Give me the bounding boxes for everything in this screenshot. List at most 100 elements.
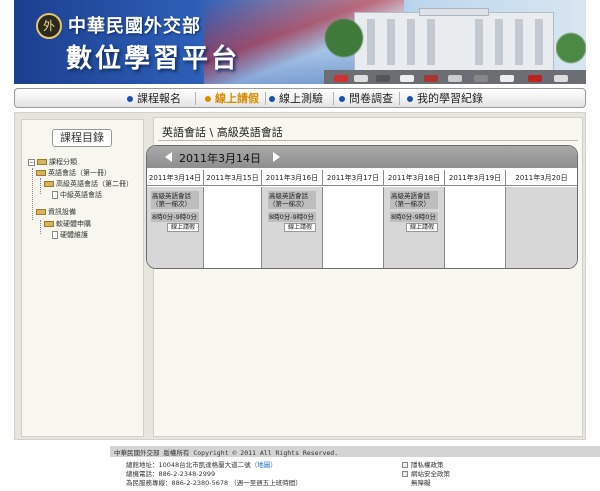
calendar-header: 2011年3月14日 <box>147 146 577 168</box>
ministry-emblem-icon: 外 <box>36 13 62 39</box>
folder-icon <box>37 159 47 165</box>
ministry-name: 中華民國外交部 <box>68 16 201 37</box>
nav-label: 線上測驗 <box>279 92 323 105</box>
day-cell-fri: 高級英語會話（第一梯次） 8時0分-9時0分 線上請假 <box>384 187 445 268</box>
bullet-icon <box>269 96 275 102</box>
nav-divider <box>399 92 400 105</box>
tree-label: 英語會話（第一冊） <box>48 169 111 177</box>
breadcrumb-divider <box>158 140 578 141</box>
folder-icon <box>36 170 46 176</box>
prev-week-arrow-icon[interactable] <box>165 152 172 162</box>
tree-node-english-conversation[interactable]: 英語會話（第一冊） <box>36 169 111 178</box>
calendar-title: 2011年3月14日 <box>179 152 261 165</box>
tree-right <box>556 18 586 78</box>
parked-cars <box>324 70 586 84</box>
course-title: 高級英語會話（第一梯次） <box>268 191 316 209</box>
weekly-calendar: 2011年3月14日 2011年3月14日 2011年3月15日 2011年3月… <box>146 145 578 269</box>
page: 外 中華民國外交部 數位學習平台 課程報名 線上請假 線上測驗 問卷調查 我的學… <box>0 0 600 491</box>
policy-icon <box>402 471 408 477</box>
site-banner: 外 中華民國外交部 數位學習平台 <box>14 0 586 84</box>
course-time: 8時0分-9時0分 <box>151 212 199 222</box>
platform-name: 數位學習平台 <box>66 44 241 74</box>
leave-request-button[interactable]: 線上請假 <box>406 223 438 232</box>
building-facade <box>354 12 554 72</box>
nav-learning-records[interactable]: 我的學習紀錄 <box>407 91 483 106</box>
tree-node-it-equipment[interactable]: 資訊設備 <box>36 208 76 217</box>
bullet-icon <box>127 96 133 102</box>
tree-node-course-category[interactable]: − 課程分類 <box>28 158 77 167</box>
course-title: 高級英語會話（第一梯次） <box>390 191 438 209</box>
security-policy-link[interactable]: 網站安全政策 <box>402 470 450 479</box>
document-icon <box>52 231 58 239</box>
map-link[interactable]: （地圖） <box>251 461 277 469</box>
day-header: 2011年3月19日 <box>445 170 506 186</box>
tree-connector <box>32 168 33 220</box>
nav-divider <box>195 92 196 105</box>
address-text: 總館地址：10048台北市凱達格蘭大道二號 <box>126 461 251 469</box>
tree-label: 軟硬體申購 <box>56 220 91 228</box>
course-title: 高級英語會話（第一梯次） <box>151 191 199 209</box>
course-directory-sidebar: 課程目錄 − 課程分類 英語會話（第一冊） 高級英語會話（第二冊） 中級英語會話 … <box>21 119 144 437</box>
link-label: 隱私權政策 <box>411 461 444 469</box>
sidebar-title: 課程目錄 <box>52 129 112 147</box>
leave-request-button[interactable]: 線上請假 <box>167 223 199 232</box>
tree-connector <box>40 178 41 194</box>
privacy-policy-link[interactable]: 隱私權政策 <box>402 461 444 470</box>
nav-label: 問卷調查 <box>349 92 393 105</box>
day-cell-tue <box>204 187 262 268</box>
day-cell-sat <box>445 187 506 268</box>
nav-survey[interactable]: 問卷調查 <box>339 91 393 106</box>
nav-online-leave[interactable]: 線上請假 <box>205 91 259 106</box>
footer-address-line: 總館地址：10048台北市凱達格蘭大道二號（地圖） <box>126 461 277 470</box>
tree-connector <box>40 220 41 234</box>
course-time: 8時0分-9時0分 <box>268 212 316 222</box>
next-week-arrow-icon[interactable] <box>273 152 280 162</box>
day-header: 2011年3月16日 <box>262 170 323 186</box>
day-header: 2011年3月18日 <box>384 170 445 186</box>
building-roof <box>419 8 489 16</box>
calendar-day-header-row: 2011年3月14日 2011年3月15日 2011年3月16日 2011年3月… <box>147 170 577 186</box>
bullet-icon <box>205 96 211 102</box>
folder-icon <box>44 181 54 187</box>
nav-course-registration[interactable]: 課程報名 <box>127 91 181 106</box>
nav-label: 線上請假 <box>215 92 259 105</box>
collapse-toggle-icon[interactable]: − <box>28 158 35 166</box>
tree-node-advanced-english[interactable]: 高級英語會話（第二冊） <box>44 180 133 189</box>
day-cell-thu <box>323 187 384 268</box>
leave-request-button[interactable]: 線上請假 <box>284 223 316 232</box>
service-line-text: 為民服務專線：886-2-2380-5678 （週一至週五上班時間） <box>126 479 302 487</box>
breadcrumb: 英語會話 \ 高級英語會話 <box>162 126 283 139</box>
copyright-text: 中華民國外交部 版權所有 Copyright © 2011 All Rights… <box>114 449 339 457</box>
tree-label: 資訊設備 <box>48 208 76 216</box>
accessibility-link[interactable]: 無障礙 <box>411 479 431 488</box>
tree-node-hardware-maintenance[interactable]: 硬體維護 <box>52 231 88 240</box>
building-photo <box>324 8 586 84</box>
bullet-icon <box>339 96 345 102</box>
nav-online-quiz[interactable]: 線上測驗 <box>269 91 323 106</box>
tree-node-intermediate-english[interactable]: 中級英語會話 <box>52 191 102 200</box>
tree-left <box>324 8 364 78</box>
course-time: 8時0分-9時0分 <box>390 212 438 222</box>
day-header: 2011年3月20日 <box>515 174 568 182</box>
bullet-icon <box>407 96 413 102</box>
tree-label: 硬體維護 <box>60 231 88 239</box>
nav-divider <box>265 92 266 105</box>
day-header: 2011年3月14日 <box>147 170 204 186</box>
tree-node-hardware-purchase[interactable]: 軟硬體申購 <box>44 220 91 229</box>
day-cell-sun <box>506 187 577 268</box>
folder-icon <box>36 209 46 215</box>
course-entry: 高級英語會話（第一梯次） 8時0分-9時0分 線上請假 <box>151 191 199 232</box>
course-entry: 高級英語會話（第一梯次） 8時0分-9時0分 線上請假 <box>268 191 316 232</box>
folder-icon <box>44 221 54 227</box>
day-header: 2011年3月15日 <box>204 170 262 186</box>
document-icon <box>52 191 58 199</box>
main-nav: 課程報名 線上請假 線上測驗 問卷調查 我的學習紀錄 <box>14 88 586 108</box>
day-header: 2011年3月17日 <box>323 170 384 186</box>
policy-icon <box>402 462 408 468</box>
nav-divider <box>333 92 334 105</box>
phone-text: 總機電話：886-2-2348-2999 <box>126 470 216 478</box>
tree-label: 高級英語會話（第二冊） <box>56 180 133 188</box>
tree-label: 課程分類 <box>49 158 77 166</box>
tree-label: 中級英語會話 <box>60 191 102 199</box>
day-cell-mon: 高級英語會話（第一梯次） 8時0分-9時0分 線上請假 <box>147 187 204 268</box>
